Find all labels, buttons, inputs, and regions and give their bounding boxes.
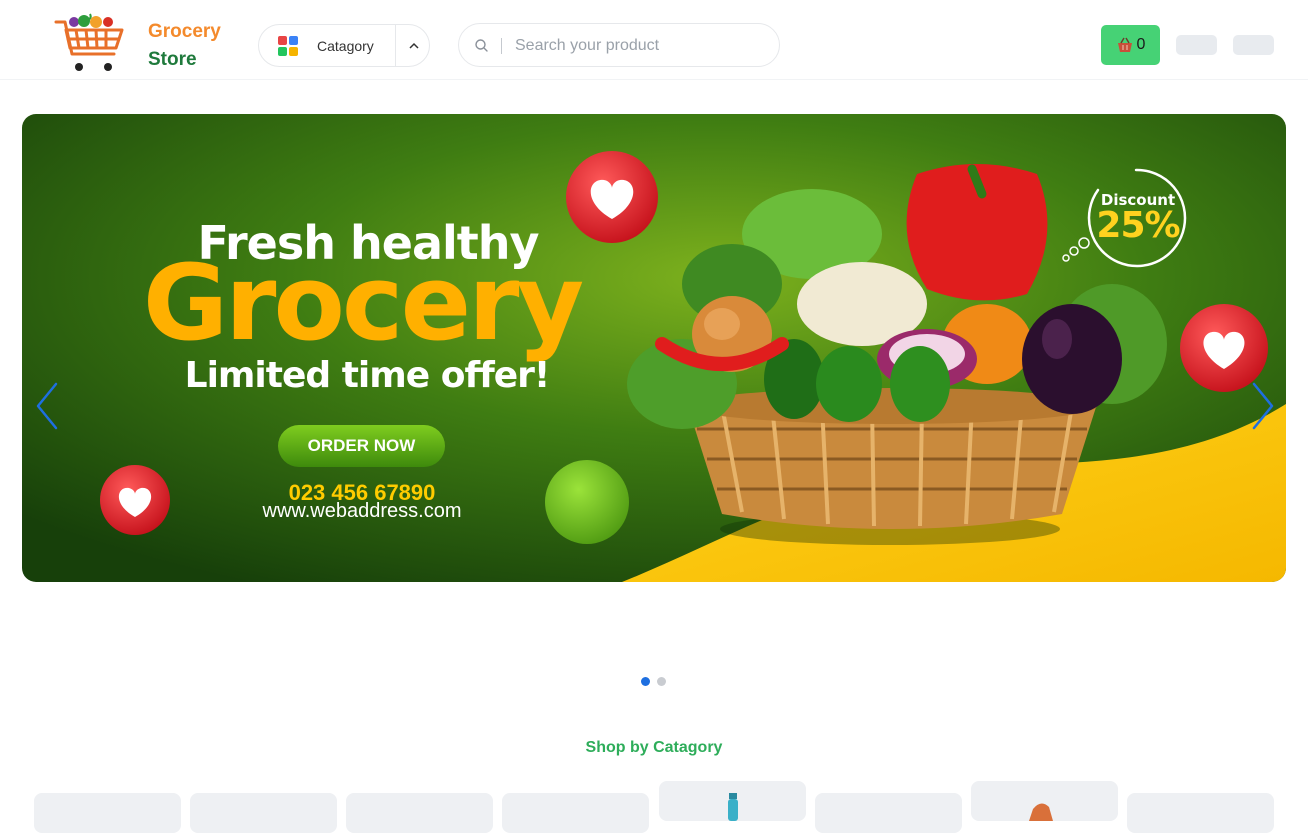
chevron-right-icon[interactable] <box>1248 380 1278 432</box>
search-box[interactable] <box>458 23 780 67</box>
brand-name[interactable]: Grocery Store <box>148 18 221 74</box>
nav-placeholder-1[interactable] <box>1176 35 1217 55</box>
category-card[interactable] <box>659 781 806 821</box>
category-card[interactable] <box>815 793 962 833</box>
brand-line-2: Store <box>148 49 197 70</box>
search-icon <box>475 39 488 52</box>
category-dropdown[interactable]: Catagory <box>258 24 430 67</box>
heart-icon <box>1180 304 1268 392</box>
heart-icon <box>100 465 170 535</box>
banner-website: www.webaddress.com <box>262 500 462 522</box>
top-header: Grocery Store Catagory 0 <box>0 0 1308 80</box>
category-label: Catagory <box>317 38 374 54</box>
brand-line-1: Grocery <box>148 21 221 42</box>
cart-count: 0 <box>1136 36 1146 53</box>
category-card[interactable] <box>1127 793 1274 833</box>
shopping-cart-logo-icon[interactable] <box>52 12 128 76</box>
carousel-dot-1[interactable] <box>641 677 650 686</box>
category-card[interactable] <box>502 793 649 833</box>
carousel-dot-2[interactable] <box>657 677 666 686</box>
shop-by-category-title: Shop by Catagory <box>585 739 723 756</box>
discount-value: 25% <box>1096 205 1180 246</box>
nav-placeholder-2[interactable] <box>1233 35 1274 55</box>
cart-button[interactable]: 0 <box>1101 25 1160 65</box>
carousel-dots <box>641 677 666 686</box>
search-input[interactable] <box>515 34 765 58</box>
category-card[interactable] <box>190 793 337 833</box>
category-card[interactable] <box>34 793 181 833</box>
search-caret <box>501 38 502 54</box>
basket-icon <box>1117 37 1132 52</box>
category-divider <box>395 25 396 66</box>
heart-icon <box>566 151 658 243</box>
chevron-left-icon[interactable] <box>32 380 62 432</box>
category-grid-icon <box>278 36 298 56</box>
category-card[interactable] <box>346 793 493 833</box>
category-card[interactable] <box>971 781 1118 821</box>
banner-headline-main: Grocery <box>142 242 584 364</box>
chevron-up-icon[interactable] <box>404 36 424 56</box>
order-now-button[interactable]: ORDER NOW <box>278 425 445 467</box>
banner-headline-bottom: Limited time offer! <box>184 355 551 396</box>
